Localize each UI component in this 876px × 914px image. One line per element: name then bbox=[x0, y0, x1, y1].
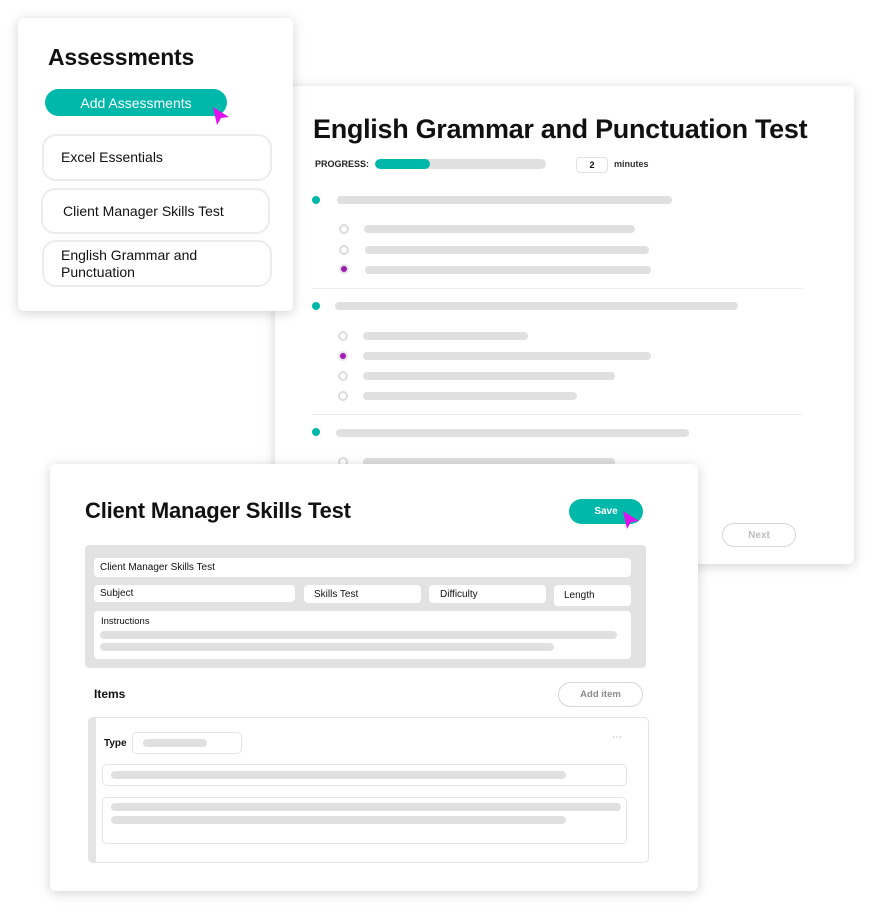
test-title: English Grammar and Punctuation Test bbox=[313, 114, 808, 144]
more-horizontal-icon[interactable]: ⋯ bbox=[612, 732, 623, 743]
radio-option-selected[interactable] bbox=[338, 351, 348, 361]
question-bullet-icon bbox=[312, 428, 320, 436]
assessments-panel: Assessments Add Assessments Excel Essent… bbox=[18, 18, 293, 311]
question-divider bbox=[312, 414, 803, 415]
question-bullet-icon bbox=[312, 196, 320, 204]
editor-title: Client Manager Skills Test bbox=[85, 498, 351, 523]
option-text-placeholder bbox=[365, 266, 651, 274]
assessments-title: Assessments bbox=[48, 44, 195, 70]
progress-fill bbox=[375, 159, 430, 169]
difficulty-field[interactable]: Difficulty bbox=[429, 585, 546, 603]
item-type-select[interactable] bbox=[132, 732, 242, 754]
item-answer-field[interactable] bbox=[102, 797, 627, 844]
assessment-item-label: Client Manager Skills Test bbox=[63, 202, 224, 219]
progress-bar bbox=[375, 159, 546, 169]
option-text-placeholder bbox=[363, 352, 651, 360]
radio-option-selected[interactable] bbox=[339, 264, 349, 274]
option-text-placeholder bbox=[363, 392, 577, 400]
progress-label: PROGRESS: bbox=[315, 159, 370, 169]
assessment-item-english-grammar[interactable]: English Grammar and Punctuation bbox=[42, 240, 272, 287]
assessment-item-label: Excel Essentials bbox=[61, 149, 163, 165]
item-type-label: Type bbox=[104, 738, 127, 749]
name-field[interactable]: Client Manager Skills Test bbox=[94, 558, 631, 577]
add-item-button[interactable]: Add item bbox=[558, 682, 643, 707]
option-text-placeholder bbox=[365, 246, 649, 254]
instructions-label: Instructions bbox=[101, 616, 150, 627]
item-card: Type ⋯ bbox=[88, 717, 649, 863]
question-text-placeholder bbox=[335, 302, 738, 310]
radio-option[interactable] bbox=[339, 224, 349, 234]
instructions-text-placeholder bbox=[100, 643, 554, 651]
next-button[interactable]: Next bbox=[722, 523, 796, 547]
minutes-input[interactable]: 2 bbox=[576, 157, 608, 173]
type-field[interactable]: Skills Test bbox=[304, 585, 421, 603]
type-value-placeholder bbox=[143, 739, 207, 747]
assessment-item-label: English Grammar and Punctuation bbox=[61, 246, 198, 280]
option-text-placeholder bbox=[363, 372, 615, 380]
instructions-text-placeholder bbox=[100, 631, 617, 639]
answer-text-placeholder bbox=[111, 803, 621, 811]
length-field[interactable]: Length bbox=[554, 585, 631, 606]
minutes-label: minutes bbox=[614, 159, 649, 169]
items-label: Items bbox=[94, 687, 126, 701]
radio-option[interactable] bbox=[338, 391, 348, 401]
question-text-placeholder bbox=[336, 429, 689, 437]
subject-field[interactable]: Subject bbox=[94, 585, 295, 602]
item-question-field[interactable] bbox=[102, 764, 627, 786]
question-text-placeholder bbox=[337, 196, 672, 204]
answer-text-placeholder bbox=[111, 816, 566, 824]
assessment-item-client-manager[interactable]: Client Manager Skills Test bbox=[41, 188, 270, 234]
add-assessments-button[interactable]: Add Assessments bbox=[45, 89, 227, 116]
cursor-icon bbox=[623, 511, 639, 529]
radio-option[interactable] bbox=[338, 371, 348, 381]
question-bullet-icon bbox=[312, 302, 320, 310]
option-text-placeholder bbox=[364, 225, 635, 233]
cursor-icon bbox=[213, 107, 229, 125]
question-text-placeholder bbox=[111, 771, 566, 779]
assessment-item-excel-essentials[interactable]: Excel Essentials bbox=[42, 134, 272, 181]
radio-option[interactable] bbox=[338, 331, 348, 341]
editor-panel: Client Manager Skills Test Save Client M… bbox=[50, 464, 698, 891]
details-form: Client Manager Skills Test Subject Skill… bbox=[85, 545, 646, 668]
option-text-placeholder bbox=[363, 332, 528, 340]
instructions-field[interactable]: Instructions bbox=[94, 611, 631, 659]
question-divider bbox=[312, 288, 803, 289]
radio-option[interactable] bbox=[339, 245, 349, 255]
